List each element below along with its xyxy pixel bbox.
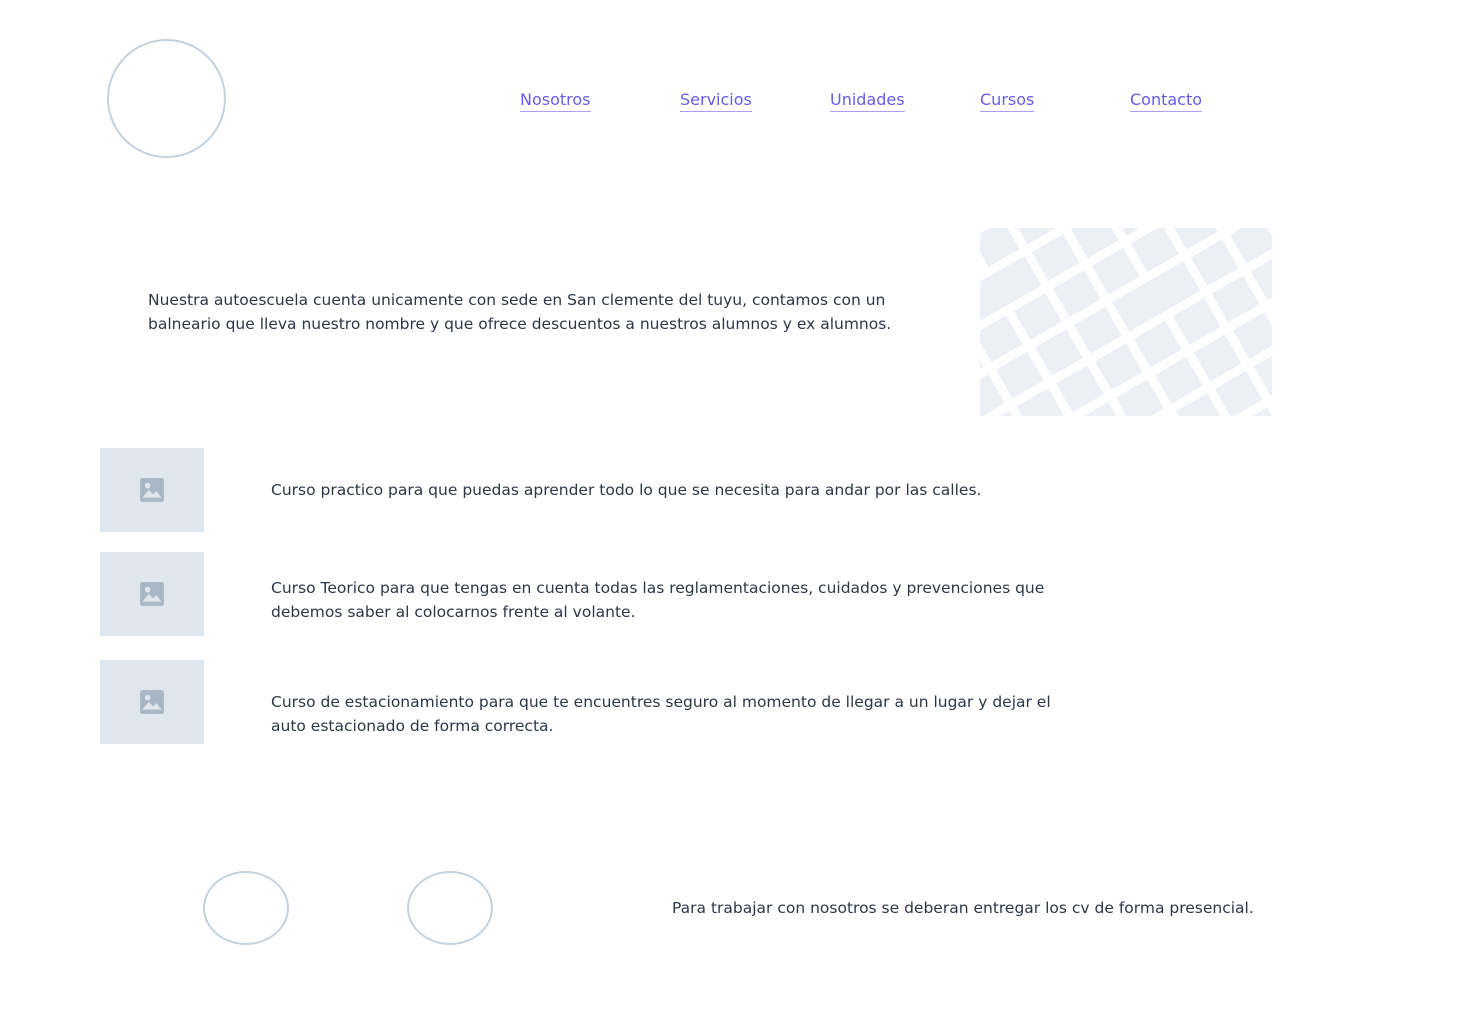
course-text-estacionamiento: Curso de estacionamiento para que te enc… — [271, 693, 1051, 735]
image-placeholder-icon — [140, 582, 164, 606]
course-image-practico — [100, 448, 204, 532]
logo-icon[interactable] — [107, 39, 226, 158]
map-icon — [980, 228, 1272, 416]
footer-text: Para trabajar con nosotros se deberan en… — [672, 899, 1254, 917]
about-text: Nuestra autoescuela cuenta unicamente co… — [148, 291, 892, 333]
nav-link-contacto[interactable]: Contacto — [1130, 89, 1203, 112]
course-text-teorico: Curso Teorico para que tengas en cuenta … — [271, 579, 1045, 621]
course-image-estacionamiento — [100, 660, 204, 744]
image-placeholder-icon — [140, 478, 164, 502]
nav-link-unidades[interactable]: Unidades — [830, 89, 905, 112]
social-icon-1[interactable] — [203, 871, 289, 945]
nav-link-cursos[interactable]: Cursos — [980, 89, 1035, 112]
course-image-teorico — [100, 552, 204, 636]
image-placeholder-icon — [140, 690, 164, 714]
social-icon-2[interactable] — [407, 871, 493, 945]
nav-link-nosotros[interactable]: Nosotros — [520, 89, 591, 112]
nav-link-servicios[interactable]: Servicios — [680, 89, 752, 112]
course-text-practico: Curso practico para que puedas aprender … — [271, 481, 982, 499]
